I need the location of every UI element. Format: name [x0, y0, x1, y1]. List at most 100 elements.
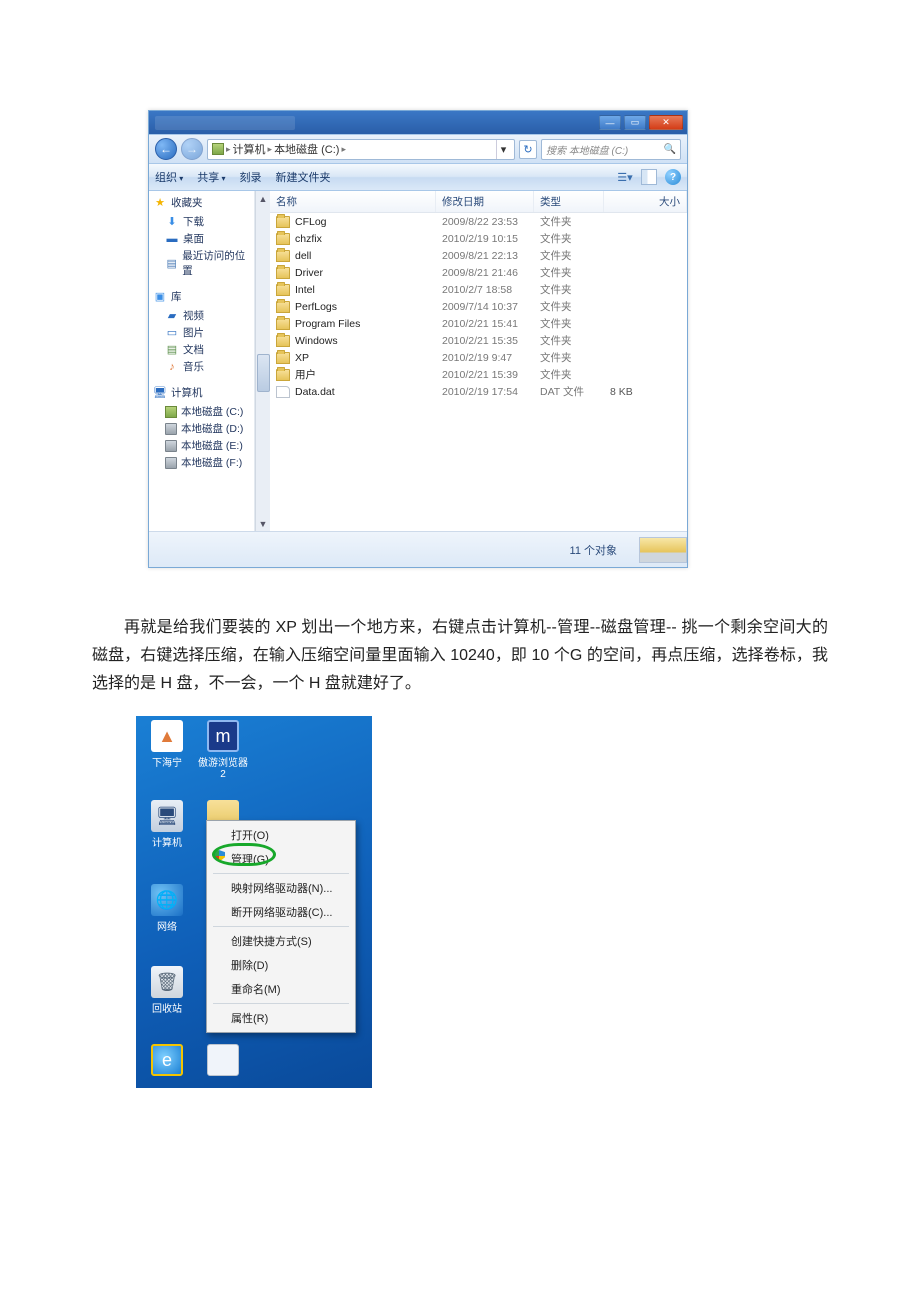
file-size: 8 KB — [604, 386, 687, 398]
nav-drive-d[interactable]: 本地磁盘 (D:) — [153, 420, 252, 437]
breadcrumb-computer[interactable]: 计算机 — [233, 141, 266, 157]
instruction-paragraph: 再就是给我们要装的 XP 划出一个地方来，右键点击计算机--管理--磁盘管理--… — [92, 614, 828, 698]
picture-icon: ▭ — [165, 326, 179, 340]
view-menu[interactable]: ☰▾ — [617, 169, 633, 185]
nav-libraries-header[interactable]: ▣库 — [153, 289, 252, 304]
file-date: 2009/8/21 22:13 — [436, 250, 534, 262]
search-input[interactable]: 搜索 本地磁盘 (C:) 🔍 — [541, 139, 681, 160]
desktop-icon-blank[interactable] — [196, 1044, 250, 1078]
nav-music[interactable]: ♪音乐 — [153, 358, 252, 375]
breadcrumb-drive[interactable]: 本地磁盘 (C:) — [274, 141, 339, 157]
app-icon: ▲ — [151, 720, 183, 752]
file-name: Data.dat — [295, 386, 335, 398]
desktop-icon-recycle[interactable]: 🗑回收站 — [140, 966, 194, 1015]
burn-button[interactable]: 刻录 — [240, 169, 262, 185]
table-row[interactable]: Program Files2010/2/21 15:41文件夹 — [270, 315, 687, 332]
nav-downloads[interactable]: ⬇下载 — [153, 213, 252, 230]
desktop-icon-ie[interactable]: e — [140, 1044, 194, 1078]
drive-icon — [165, 440, 177, 452]
address-bar: ← → ▸ 计算机 ▸ 本地磁盘 (C:) ▸ ▾ ↻ 搜索 本地磁盘 (C:)… — [149, 134, 687, 164]
nav-favorites-header[interactable]: ★收藏夹 — [153, 195, 252, 210]
desktop-icon-app1[interactable]: ▲下海宁 — [140, 720, 194, 769]
nav-desktop[interactable]: ▬桌面 — [153, 230, 252, 247]
file-name: PerfLogs — [295, 301, 337, 313]
menu-map-drive[interactable]: 映射网络驱动器(N)... — [209, 876, 353, 900]
organize-menu[interactable]: 组织 — [155, 169, 183, 185]
nav-recent[interactable]: ▤最近访问的位置 — [153, 247, 252, 279]
drive-icon — [165, 457, 177, 469]
maximize-button[interactable]: ▭ — [624, 115, 646, 130]
table-row[interactable]: Data.dat2010/2/19 17:54DAT 文件8 KB — [270, 383, 687, 400]
desktop-icon-computer[interactable]: 🖥计算机 — [140, 800, 194, 849]
status-thumbnail — [639, 537, 687, 563]
drive-icon — [212, 143, 224, 155]
file-name: XP — [295, 352, 309, 364]
table-row[interactable]: Driver2009/8/21 21:46文件夹 — [270, 264, 687, 281]
explorer-body: ★收藏夹 ⬇下载 ▬桌面 ▤最近访问的位置 ▣库 ▰视频 ▭图片 ▤文档 ♪音乐… — [149, 191, 687, 531]
new-folder-button[interactable]: 新建文件夹 — [276, 169, 331, 185]
table-row[interactable]: Windows2010/2/21 15:35文件夹 — [270, 332, 687, 349]
menu-shortcut[interactable]: 创建快捷方式(S) — [209, 929, 353, 953]
file-name: Program Files — [295, 318, 360, 330]
menu-manage[interactable]: 管理(G) — [209, 847, 353, 871]
star-icon: ★ — [153, 196, 167, 210]
menu-delete[interactable]: 删除(D) — [209, 953, 353, 977]
nav-videos[interactable]: ▰视频 — [153, 307, 252, 324]
table-row[interactable]: XP2010/2/19 9:47文件夹 — [270, 349, 687, 366]
scroll-down-icon[interactable]: ▼ — [256, 516, 271, 531]
file-type: 文件夹 — [534, 282, 604, 297]
nav-computer-header[interactable]: 🖥计算机 — [153, 385, 252, 400]
desktop-icon-maxthon[interactable]: m傲游浏览器2 — [196, 720, 250, 780]
breadcrumb[interactable]: ▸ 计算机 ▸ 本地磁盘 (C:) ▸ ▾ — [207, 139, 515, 160]
music-icon: ♪ — [165, 360, 179, 374]
file-type: 文件夹 — [534, 265, 604, 280]
nav-drive-e[interactable]: 本地磁盘 (E:) — [153, 437, 252, 454]
table-row[interactable]: dell2009/8/21 22:13文件夹 — [270, 247, 687, 264]
menu-rename[interactable]: 重命名(M) — [209, 977, 353, 1001]
menu-properties[interactable]: 属性(R) — [209, 1006, 353, 1030]
col-type[interactable]: 类型 — [534, 191, 604, 212]
table-row[interactable]: CFLog2009/8/22 23:53文件夹 — [270, 213, 687, 230]
folder-icon — [276, 267, 290, 279]
file-date: 2010/2/21 15:35 — [436, 335, 534, 347]
breadcrumb-trail: ▸ — [341, 144, 346, 155]
command-bar: 组织 共享 刻录 新建文件夹 ☰▾ ? — [149, 164, 687, 191]
table-row[interactable]: 用户2010/2/21 15:39文件夹 — [270, 366, 687, 383]
file-name: Driver — [295, 267, 323, 279]
status-text: 11 个对象 — [149, 542, 623, 558]
col-name[interactable]: 名称 — [270, 191, 436, 212]
download-icon: ⬇ — [165, 215, 179, 229]
file-date: 2010/2/19 17:54 — [436, 386, 534, 398]
file-type: 文件夹 — [534, 214, 604, 229]
col-date[interactable]: 修改日期 — [436, 191, 534, 212]
menu-unmap-drive[interactable]: 断开网络驱动器(C)... — [209, 900, 353, 924]
file-date: 2010/2/21 15:39 — [436, 369, 534, 381]
col-size[interactable]: 大小 — [604, 191, 687, 212]
navpane-scrollbar[interactable]: ▲ ▼ — [255, 191, 270, 531]
preview-pane-button[interactable] — [641, 169, 657, 185]
nav-pictures[interactable]: ▭图片 — [153, 324, 252, 341]
forward-button[interactable]: → — [181, 138, 203, 160]
scroll-thumb[interactable] — [257, 354, 270, 392]
folder-icon — [276, 216, 290, 228]
scroll-up-icon[interactable]: ▲ — [256, 191, 271, 206]
title-bar[interactable]: — ▭ ✕ — [149, 111, 687, 134]
nav-drive-c[interactable]: 本地磁盘 (C:) — [153, 403, 252, 420]
share-menu[interactable]: 共享 — [197, 169, 225, 185]
close-button[interactable]: ✕ — [649, 115, 683, 130]
help-button[interactable]: ? — [665, 169, 681, 185]
desktop-icon-network[interactable]: 🌐网络 — [140, 884, 194, 933]
folder-icon — [276, 250, 290, 262]
nav-drive-f[interactable]: 本地磁盘 (F:) — [153, 454, 252, 471]
table-row[interactable]: Intel2010/2/7 18:58文件夹 — [270, 281, 687, 298]
back-button[interactable]: ← — [155, 138, 177, 160]
paragraph-text: 再就是给我们要装的 XP 划出一个地方来，右键点击计算机--管理--磁盘管理--… — [92, 614, 828, 698]
minimize-button[interactable]: — — [599, 115, 621, 130]
table-row[interactable]: chzfix2010/2/19 10:15文件夹 — [270, 230, 687, 247]
nav-documents[interactable]: ▤文档 — [153, 341, 252, 358]
recent-icon: ▤ — [165, 256, 178, 270]
maxthon-icon: m — [207, 720, 239, 752]
table-row[interactable]: PerfLogs2009/7/14 10:37文件夹 — [270, 298, 687, 315]
refresh-button[interactable]: ↻ — [519, 140, 537, 159]
breadcrumb-dropdown[interactable]: ▾ — [496, 140, 510, 159]
